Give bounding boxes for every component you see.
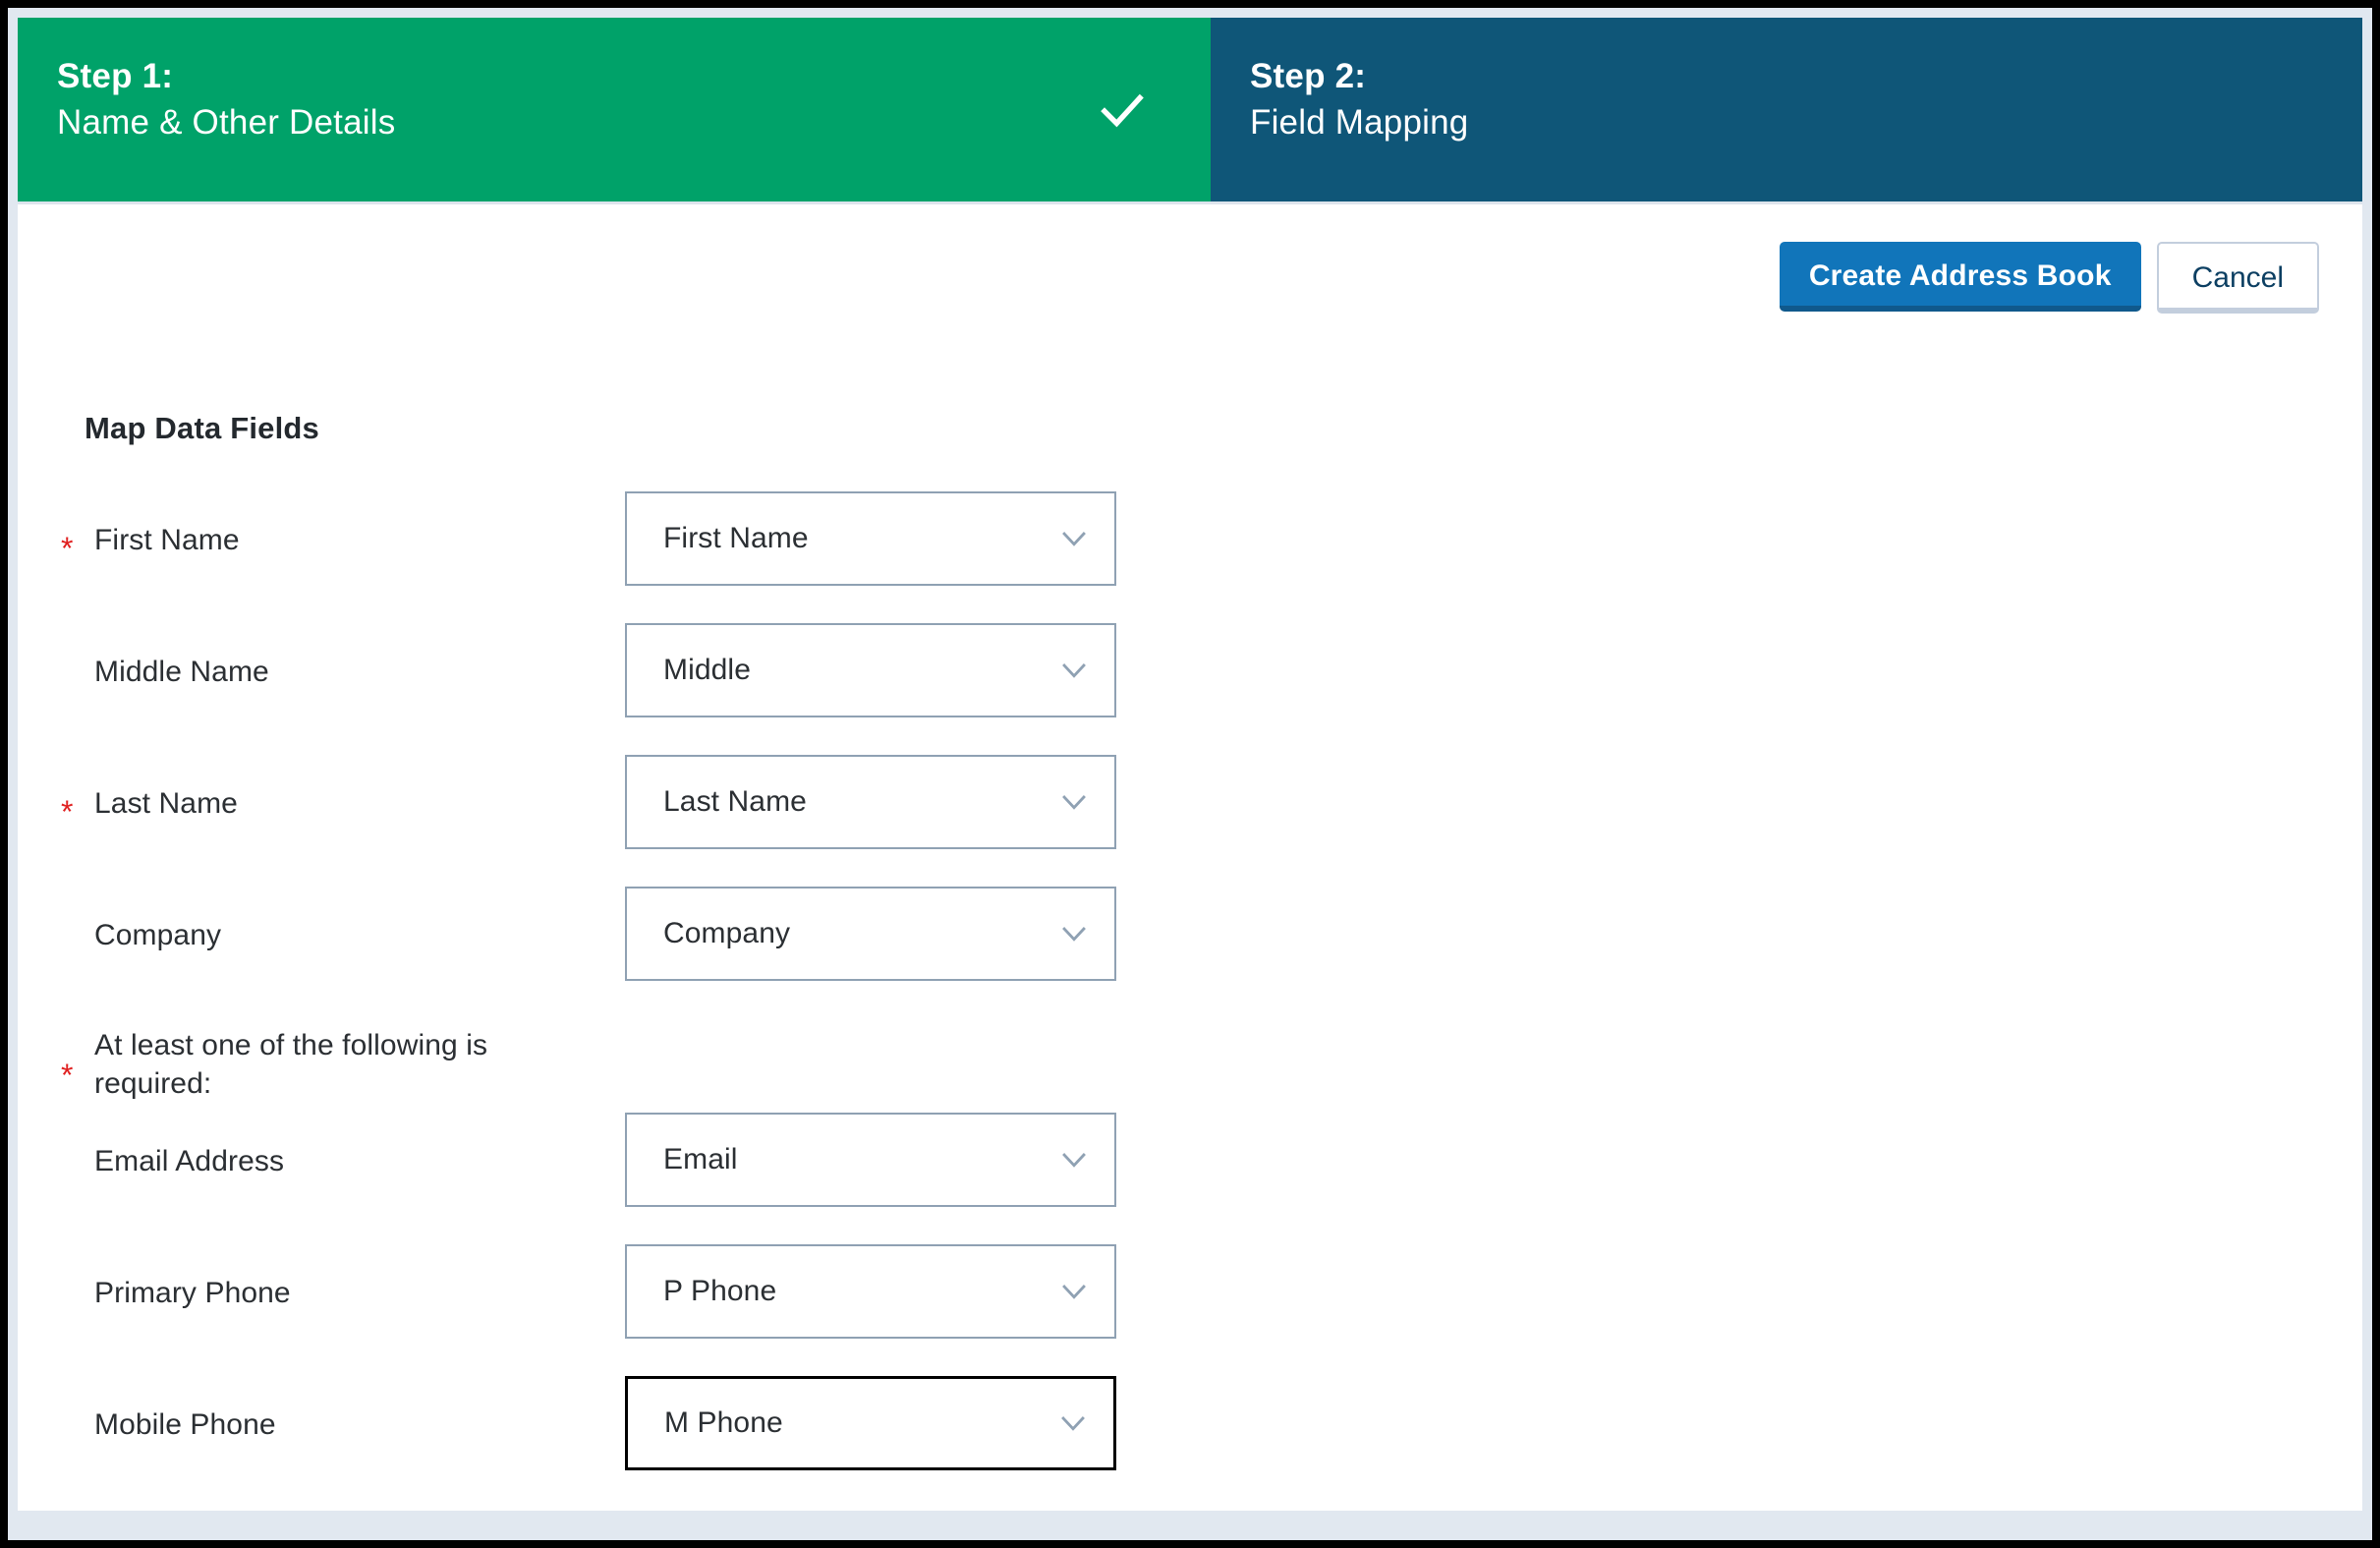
field-label-first-name: First Name xyxy=(94,524,240,556)
select-last-name-value: Last Name xyxy=(663,785,807,818)
select-mobile-phone-value: M Phone xyxy=(664,1406,783,1439)
field-row-primary-phone: Primary Phone P Phone xyxy=(18,1244,2362,1376)
wizard-panel: Step 1: Name & Other Details Step 2: Fie… xyxy=(18,18,2362,1511)
field-label-email-address: Email Address xyxy=(94,1145,285,1177)
select-mobile-phone[interactable]: M Phone xyxy=(625,1376,1116,1470)
select-last-name[interactable]: Last Name xyxy=(625,755,1116,849)
check-icon xyxy=(1101,93,1144,127)
create-address-book-button[interactable]: Create Address Book xyxy=(1779,242,2141,312)
chevron-down-icon xyxy=(1062,663,1086,678)
chevron-down-icon xyxy=(1062,927,1086,942)
select-first-name[interactable]: First Name xyxy=(625,491,1116,586)
select-company-value: Company xyxy=(663,917,791,949)
step-2-number: Step 2: xyxy=(1250,57,1367,95)
action-bar: Create Address Book Cancel xyxy=(1779,242,2319,314)
cancel-button[interactable]: Cancel xyxy=(2156,242,2319,314)
section-title: Map Data Fields xyxy=(85,411,319,445)
chevron-down-icon xyxy=(1062,795,1086,810)
window-frame: Step 1: Name & Other Details Step 2: Fie… xyxy=(8,8,2372,1540)
wizard-step-1[interactable]: Step 1: Name & Other Details xyxy=(18,18,1211,201)
select-company[interactable]: Company xyxy=(625,887,1116,981)
field-rows: * First Name First Name Middle Name Midd… xyxy=(18,491,2362,1508)
select-email-address-value: Email xyxy=(663,1143,738,1175)
select-primary-phone[interactable]: P Phone xyxy=(625,1244,1116,1339)
required-asterisk: * xyxy=(61,794,74,830)
at-least-one-required-text: At least one of the following is require… xyxy=(94,1029,488,1100)
select-email-address[interactable]: Email xyxy=(625,1113,1116,1207)
field-label-middle-name: Middle Name xyxy=(94,656,269,688)
field-label-last-name: Last Name xyxy=(94,787,238,820)
required-asterisk: * xyxy=(61,531,74,566)
chevron-down-icon xyxy=(1061,1416,1085,1431)
field-row-last-name: * Last Name Last Name xyxy=(18,755,2362,887)
wizard-step-header: Step 1: Name & Other Details Step 2: Fie… xyxy=(18,18,2362,204)
field-label-primary-phone: Primary Phone xyxy=(94,1277,291,1309)
select-middle-name[interactable]: Middle xyxy=(625,623,1116,717)
step-1-number: Step 1: xyxy=(57,57,174,95)
field-row-email-address: Email Address Email xyxy=(18,1113,2362,1244)
field-row-first-name: * First Name First Name xyxy=(18,491,2362,623)
step-1-title: Name & Other Details xyxy=(57,102,396,142)
field-label-mobile-phone: Mobile Phone xyxy=(94,1408,276,1441)
select-middle-name-value: Middle xyxy=(663,654,751,686)
chevron-down-icon xyxy=(1062,1153,1086,1168)
field-row-company: Company Company xyxy=(18,887,2362,1018)
select-primary-phone-value: P Phone xyxy=(663,1275,777,1307)
field-row-middle-name: Middle Name Middle xyxy=(18,623,2362,755)
select-first-name-value: First Name xyxy=(663,522,809,554)
step-2-title: Field Mapping xyxy=(1250,102,1469,142)
field-label-company: Company xyxy=(94,919,222,951)
chevron-down-icon xyxy=(1062,532,1086,546)
at-least-one-required-note: * At least one of the following is requi… xyxy=(18,1018,2362,1113)
wizard-step-2[interactable]: Step 2: Field Mapping xyxy=(1211,18,2362,201)
required-asterisk: * xyxy=(61,1058,74,1093)
field-row-mobile-phone: Mobile Phone M Phone xyxy=(18,1376,2362,1508)
chevron-down-icon xyxy=(1062,1285,1086,1299)
